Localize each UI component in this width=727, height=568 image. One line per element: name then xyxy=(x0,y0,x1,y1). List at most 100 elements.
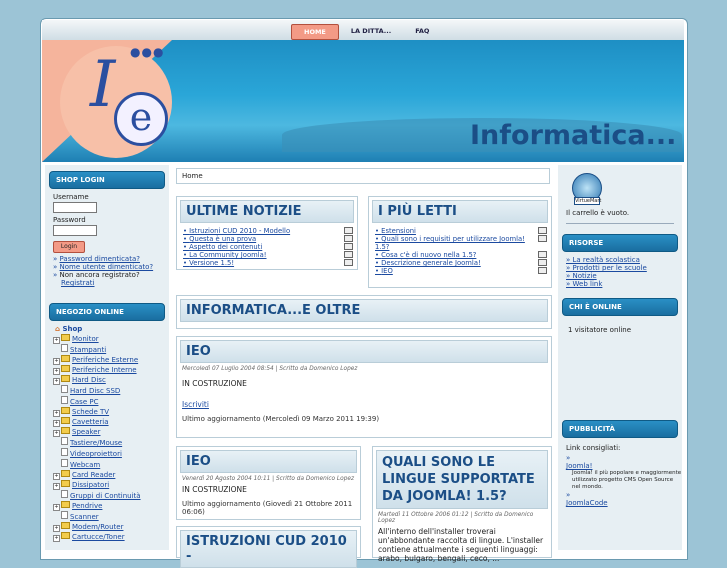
resource-link[interactable]: Prodotti per le scuole xyxy=(566,264,682,272)
subscribe-link[interactable]: Iscriviti xyxy=(177,397,551,412)
login-links: Password dimenticata? Nome utente diment… xyxy=(45,255,169,279)
expand-icon[interactable]: + xyxy=(53,483,60,490)
expand-icon[interactable]: + xyxy=(53,358,60,365)
folder-icon xyxy=(61,480,70,487)
expand-icon[interactable]: + xyxy=(53,420,60,427)
shop-category[interactable]: + Speaker xyxy=(53,427,169,437)
scroll-arrow-icon[interactable] xyxy=(344,259,353,266)
news-item[interactable]: IEO xyxy=(375,267,551,275)
password-input[interactable] xyxy=(53,225,97,236)
scroll-arrow-icon[interactable] xyxy=(538,259,547,266)
popular-module: I PIÙ LETTI EstensioniQuali sono i requi… xyxy=(368,196,552,288)
shop-category[interactable]: + Card Reader xyxy=(53,470,169,480)
news-item[interactable]: Cosa c'è di nuovo nella 1.5? xyxy=(375,251,551,259)
shop-root[interactable]: ⌂ Shop xyxy=(45,325,169,334)
expand-icon[interactable]: + xyxy=(53,535,60,542)
expand-icon[interactable]: + xyxy=(53,525,60,532)
menu-home[interactable]: HOME xyxy=(291,24,339,40)
scroll-arrow-icon[interactable] xyxy=(538,267,547,274)
document-icon xyxy=(61,511,68,519)
breadcrumb: Home xyxy=(176,168,550,184)
shop-category[interactable]: + Periferiche Interne xyxy=(53,365,169,375)
article-cud: ISTRUZIONI CUD 2010 - xyxy=(176,526,361,568)
expand-icon[interactable]: + xyxy=(53,430,60,437)
latest-news-list: Istruzioni CUD 2010 - ModelloQuesta è un… xyxy=(183,227,357,267)
popular-list: EstensioniQuali sono i requisiti per uti… xyxy=(375,227,551,275)
scroll-arrow-icon[interactable] xyxy=(538,227,547,234)
article-meta: Mercoledì 07 Luglio 2004 08:54 | Scritto… xyxy=(182,366,358,372)
shop-category[interactable]: Case PC xyxy=(53,396,169,407)
site-header: I ●●● e Informatica... e xyxy=(42,40,684,162)
news-item[interactable]: Questa è una prova xyxy=(183,235,357,243)
expand-icon[interactable]: + xyxy=(53,378,60,385)
shop-category[interactable]: + Hard Disc xyxy=(53,375,169,385)
shop-category[interactable]: Scanner xyxy=(53,511,169,522)
article-ieo-1: IEO Mercoledì 07 Luglio 2004 08:54 | Scr… xyxy=(176,336,552,438)
divider xyxy=(566,223,674,224)
shop-category[interactable]: + Modem/Router xyxy=(53,522,169,532)
shop-category[interactable]: + Periferiche Esterne xyxy=(53,355,169,365)
shop-category[interactable]: + Monitor xyxy=(53,334,169,344)
scroll-arrow-icon[interactable] xyxy=(344,235,353,242)
folder-icon xyxy=(61,375,70,382)
menu-faq[interactable]: FAQ xyxy=(403,24,441,40)
news-item[interactable]: Versione 1.5! xyxy=(183,259,357,267)
register-link[interactable]: Registrati xyxy=(45,279,169,287)
scroll-arrow-icon[interactable] xyxy=(538,235,547,242)
news-item[interactable]: Descrizione generale Joomla! xyxy=(375,259,551,267)
ads-title: PUBBLICITÀ xyxy=(562,420,678,438)
news-item[interactable]: Quali sono i requisiti per utilizzare Jo… xyxy=(375,235,551,251)
scroll-arrow-icon[interactable] xyxy=(538,251,547,258)
username-input[interactable] xyxy=(53,202,97,213)
document-icon xyxy=(61,490,68,498)
folder-icon xyxy=(61,365,70,372)
resource-link[interactable]: Web link xyxy=(566,280,682,288)
username-label: Username xyxy=(53,193,89,201)
article-title[interactable]: IEO xyxy=(180,340,548,363)
login-button[interactable]: Login xyxy=(53,241,85,253)
shop-category[interactable]: Stampanti xyxy=(53,344,169,355)
home-icon: ⌂ xyxy=(55,325,61,333)
shop-category[interactable]: + Cartucce/Toner xyxy=(53,532,169,542)
news-item[interactable]: Estensioni xyxy=(375,227,551,235)
expand-icon[interactable]: + xyxy=(53,410,60,417)
scroll-arrow-icon[interactable] xyxy=(344,251,353,258)
expand-icon[interactable]: + xyxy=(53,504,60,511)
shop-category[interactable]: Webcam xyxy=(53,459,169,470)
shop-category[interactable]: Tastiere/Mouse xyxy=(53,437,169,448)
expand-icon[interactable]: + xyxy=(53,368,60,375)
shop-category[interactable]: + Pendrive xyxy=(53,501,169,511)
resource-link[interactable]: La realtà scolastica xyxy=(566,256,682,264)
expand-icon[interactable]: + xyxy=(53,337,60,344)
news-item[interactable]: La Community Joomla! xyxy=(183,251,357,259)
article-meta: Venerdì 20 Agosto 2004 10:11 | Scritto d… xyxy=(182,476,355,482)
forgot-password-link[interactable]: Password dimenticata? xyxy=(53,255,169,263)
shop-category[interactable]: + Dissipatori xyxy=(53,480,169,490)
shop-category[interactable]: + Schede TV xyxy=(53,407,169,417)
ad-item: Joomla!Joomla! il più popolare e maggior… xyxy=(566,454,682,491)
news-item[interactable]: Istruzioni CUD 2010 - Modello xyxy=(183,227,357,235)
article-title[interactable]: QUALI SONO LE LINGUE SUPPORTATE DA JOOML… xyxy=(376,450,548,509)
article-body: All'interno dell'installer troverai un'a… xyxy=(378,527,544,563)
shop-category[interactable]: Gruppi di Continuità xyxy=(53,490,169,501)
document-icon xyxy=(61,344,68,352)
ad-link[interactable]: Joomla! xyxy=(566,462,682,470)
ad-link[interactable]: JoomlaCode xyxy=(566,499,682,507)
scroll-arrow-icon[interactable] xyxy=(344,227,353,234)
expand-icon[interactable]: + xyxy=(53,473,60,480)
forgot-username-link[interactable]: Nome utente dimenticato? xyxy=(53,263,169,271)
right-column: VirtueMart Il carrello è vuoto. RISORSE … xyxy=(558,165,682,550)
menu-la-ditta[interactable]: LA DITTA... xyxy=(339,24,403,40)
resource-link[interactable]: Notizie xyxy=(566,272,682,280)
main-menu: HOME LA DITTA... FAQ xyxy=(291,24,441,40)
article-title[interactable]: IEO xyxy=(180,450,357,473)
news-item[interactable]: Aspetto dei contenuti xyxy=(183,243,357,251)
article-title[interactable]: ISTRUZIONI CUD 2010 - xyxy=(180,530,357,568)
logo-letter-e: e xyxy=(114,92,168,146)
shop-category[interactable]: Videoproiettori xyxy=(53,448,169,459)
scroll-arrow-icon[interactable] xyxy=(344,243,353,250)
folder-icon xyxy=(61,427,70,434)
shop-category[interactable]: Hard Disc SSD xyxy=(53,385,169,396)
folder-icon xyxy=(61,501,70,508)
shop-category[interactable]: + Cavetteria xyxy=(53,417,169,427)
